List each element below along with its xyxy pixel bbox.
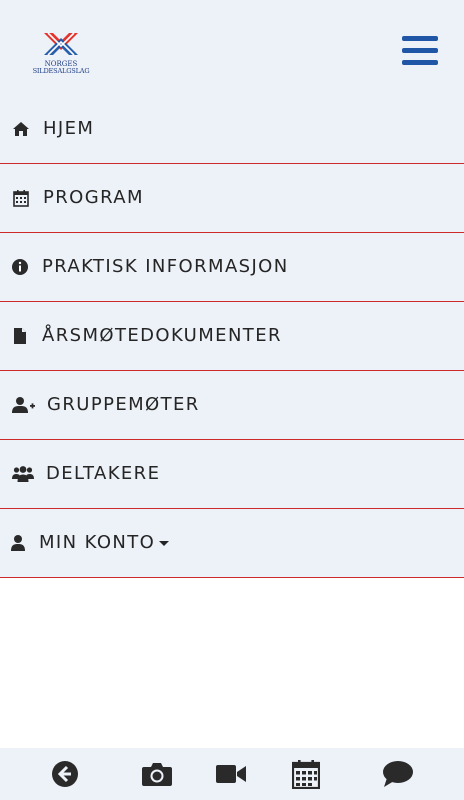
menu-item-label: HJEM [43, 118, 95, 139]
home-icon [11, 119, 31, 139]
menu-item-gruppemoter[interactable]: GRUPPEMØTER [0, 371, 464, 440]
menu-item-label-wrapper: MIN KONTO [39, 532, 170, 553]
users-icon [12, 464, 34, 484]
menu-item-arsmotedokumenter[interactable]: ÅRSMØTEDOKUMENTER [0, 302, 464, 371]
hamburger-bar [402, 36, 438, 41]
hamburger-bar [402, 48, 438, 53]
document-icon [10, 326, 30, 346]
norges-sildesalgslag-logo[interactable]: NORGES SILDESALGSLAG [28, 28, 94, 80]
menu-item-label: PROGRAM [43, 187, 144, 208]
menu-item-program[interactable]: PROGRAM [0, 164, 464, 233]
chat-icon[interactable] [382, 758, 414, 790]
logo-text-sildesalgslag: SILDESALGSLAG [32, 67, 90, 75]
menu-item-label: ÅRSMØTEDOKUMENTER [42, 325, 282, 346]
user-icon [8, 533, 28, 553]
user-plus-icon [12, 395, 36, 415]
caret-down-icon [159, 540, 170, 546]
logo-mark-icon [44, 32, 78, 56]
menu-item-label: MIN KONTO [39, 532, 156, 553]
video-icon[interactable] [215, 758, 247, 790]
menu-item-deltakere[interactable]: DELTAKERE [0, 440, 464, 509]
camera-icon[interactable] [141, 758, 173, 790]
calendar-icon[interactable] [290, 758, 322, 790]
hamburger-menu-button[interactable] [402, 36, 438, 66]
menu-item-label: DELTAKERE [46, 463, 161, 484]
bottom-toolbar [0, 748, 464, 800]
menu-item-label: PRAKTISK INFORMASJON [42, 256, 289, 277]
menu-item-label: GRUPPEMØTER [47, 394, 200, 415]
menu-item-min-konto[interactable]: MIN KONTO [0, 509, 464, 578]
hamburger-bar [402, 60, 438, 65]
info-icon [10, 257, 30, 277]
menu-item-hjem[interactable]: HJEM [0, 95, 464, 164]
calendar-icon [11, 188, 31, 208]
main-menu: HJEM PROGRAM PRAKTISK INFORMASJON ÅRSMØT… [0, 95, 464, 578]
menu-item-praktisk-informasjon[interactable]: PRAKTISK INFORMASJON [0, 233, 464, 302]
back-icon[interactable] [49, 758, 81, 790]
app-header: NORGES SILDESALGSLAG [0, 0, 464, 95]
